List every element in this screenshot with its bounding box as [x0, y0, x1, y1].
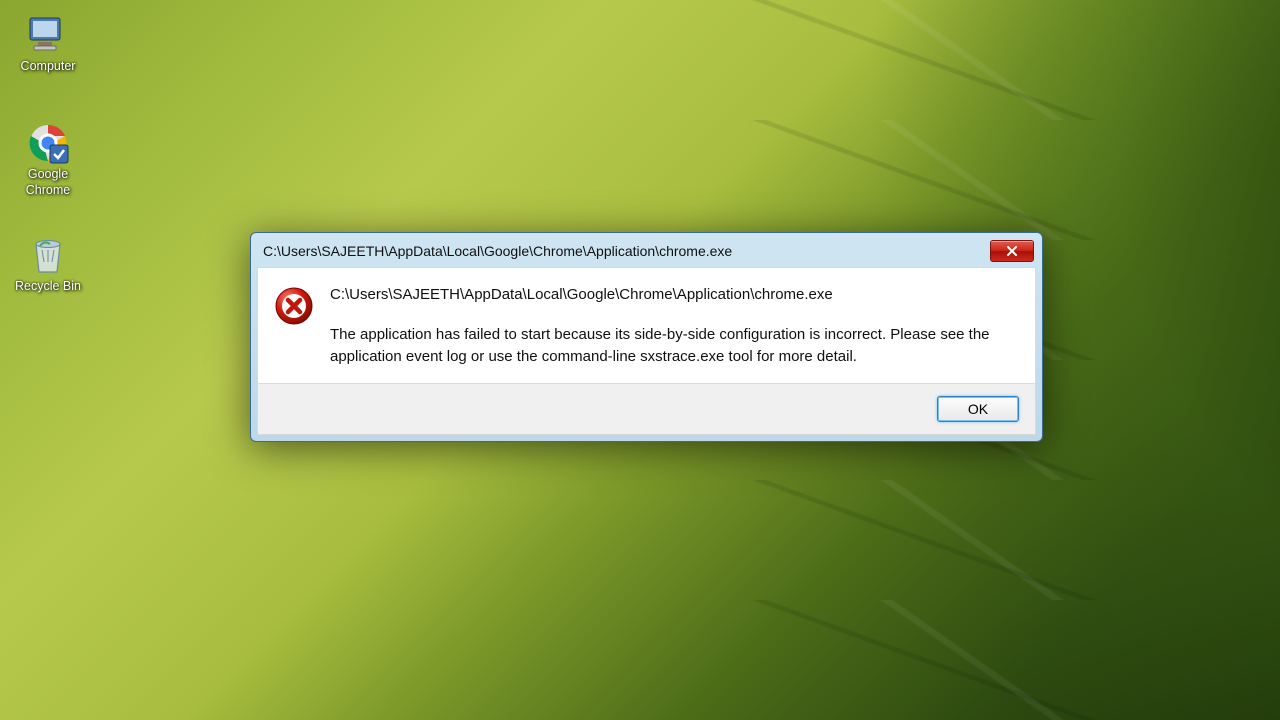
dialog-body: C:\Users\SAJEETH\AppData\Local\Google\Ch…	[257, 267, 1036, 383]
desktop-icon-computer[interactable]: Computer	[8, 14, 88, 75]
dialog-message-area: C:\Users\SAJEETH\AppData\Local\Google\Ch…	[330, 284, 1015, 367]
desktop-icon-label: Google Chrome	[8, 167, 88, 198]
dialog-title: C:\Users\SAJEETH\AppData\Local\Google\Ch…	[263, 243, 990, 259]
desktop-icon-label: Computer	[8, 59, 88, 75]
computer-icon	[24, 14, 72, 56]
error-icon	[274, 286, 314, 326]
error-dialog: C:\Users\SAJEETH\AppData\Local\Google\Ch…	[250, 232, 1043, 442]
desktop-icon-recycle-bin[interactable]: Recycle Bin	[8, 234, 88, 295]
ok-button[interactable]: OK	[937, 396, 1019, 422]
dialog-button-row: OK	[257, 383, 1036, 435]
close-button[interactable]	[990, 240, 1034, 262]
desktop-icon-chrome[interactable]: Google Chrome	[8, 122, 88, 198]
dialog-path-text: C:\Users\SAJEETH\AppData\Local\Google\Ch…	[330, 284, 1015, 306]
desktop[interactable]: Computer Google Chrome Recycle	[0, 0, 1280, 720]
dialog-message-text: The application has failed to start beca…	[330, 324, 1015, 368]
recycle-bin-icon	[24, 234, 72, 276]
desktop-icon-label: Recycle Bin	[8, 279, 88, 295]
chrome-icon	[24, 122, 72, 164]
dialog-titlebar[interactable]: C:\Users\SAJEETH\AppData\Local\Google\Ch…	[257, 239, 1036, 267]
close-icon	[1006, 245, 1018, 257]
